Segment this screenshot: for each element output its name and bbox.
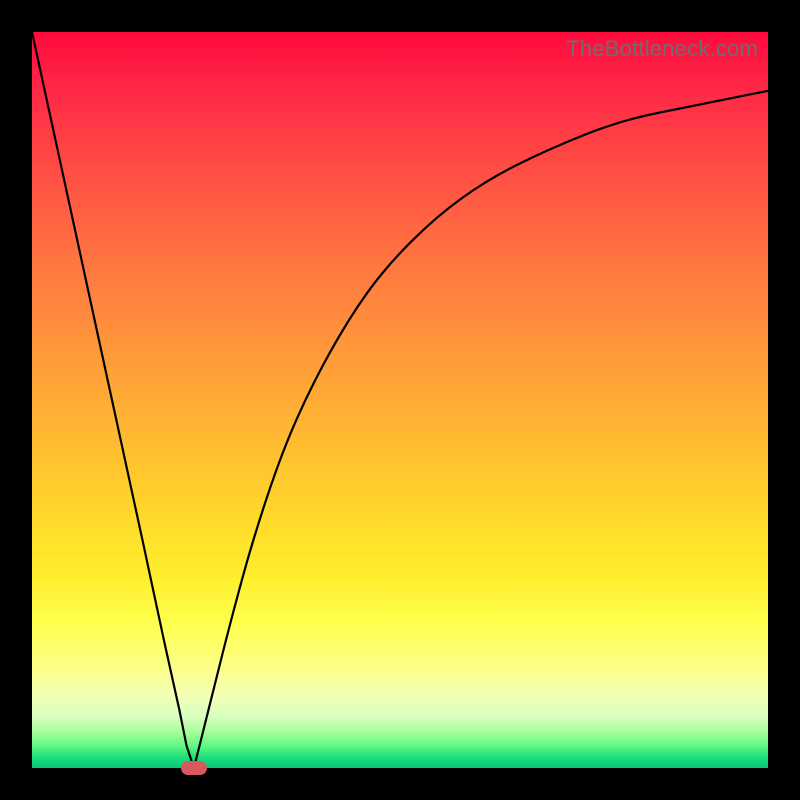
bottleneck-curve [32,32,768,768]
vertex-marker [181,761,207,775]
chart-frame: TheBottleneck.com [0,0,800,800]
plot-area: TheBottleneck.com [32,32,768,768]
curve-path [32,32,768,768]
